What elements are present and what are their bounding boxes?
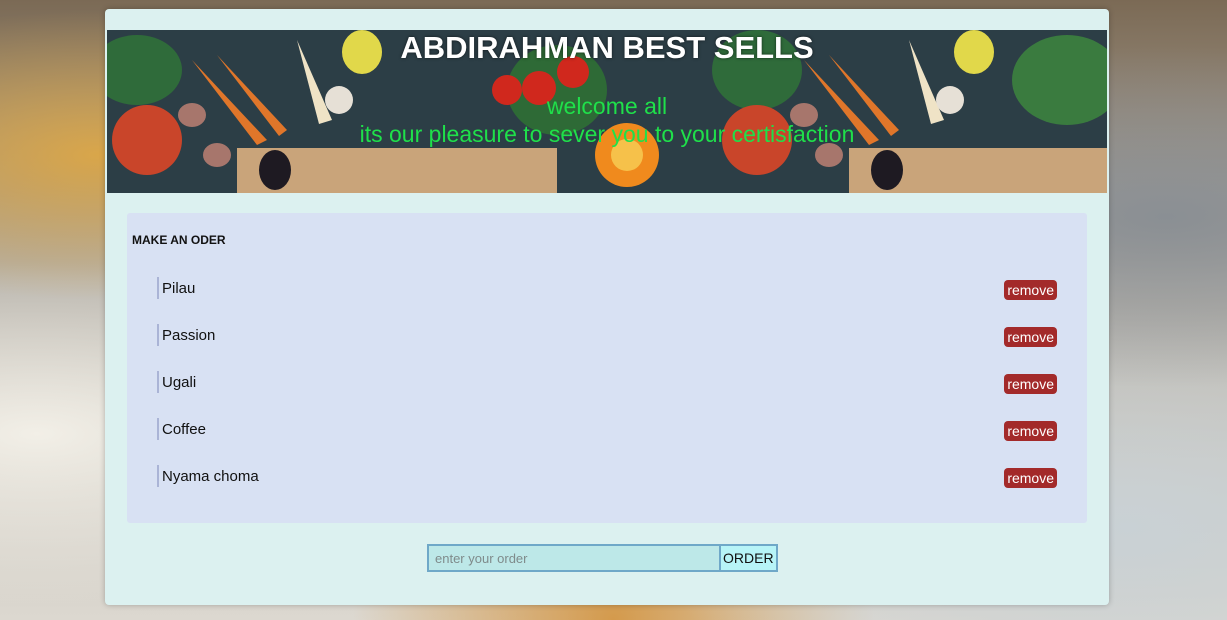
list-item-marker: [157, 418, 159, 440]
remove-button[interactable]: remove: [1004, 468, 1057, 488]
welcome-tagline: its our pleasure to sever you to your ce…: [359, 121, 855, 147]
list-item: Ugali remove: [157, 367, 1057, 414]
remove-button[interactable]: remove: [1004, 327, 1057, 347]
page-title: ABDIRAHMAN BEST SELLS: [400, 30, 814, 65]
list-item-marker: [157, 324, 159, 346]
main-card: ABDIRAHMAN BEST SELLS welcome all its ou…: [105, 9, 1109, 605]
list-item-label: Ugali: [162, 374, 197, 391]
panel-title: MAKE AN ODER: [132, 233, 226, 247]
list-item-label: Passion: [162, 327, 216, 344]
header-banner: ABDIRAHMAN BEST SELLS welcome all its ou…: [107, 30, 1107, 193]
order-button[interactable]: ORDER: [721, 544, 778, 572]
remove-button[interactable]: remove: [1004, 421, 1057, 441]
list-item-label: Coffee: [162, 421, 206, 438]
list-item: Pilau remove: [157, 273, 1057, 320]
welcome-message: welcome all its our pleasure to sever yo…: [107, 92, 1107, 148]
order-list: Pilau remove Passion remove Ugali remove…: [157, 273, 1057, 508]
remove-button[interactable]: remove: [1004, 374, 1057, 394]
list-item: Coffee remove: [157, 414, 1057, 461]
list-item-marker: [157, 465, 159, 487]
list-item-label: Pilau: [162, 280, 196, 297]
remove-button[interactable]: remove: [1004, 280, 1057, 300]
list-item: Nyama choma remove: [157, 461, 1057, 508]
order-list-panel: MAKE AN ODER Pilau remove Passion remove…: [127, 213, 1087, 523]
order-form: ORDER: [427, 544, 778, 572]
list-item-label: Nyama choma: [162, 468, 259, 485]
welcome-line: welcome all: [546, 93, 668, 119]
order-input[interactable]: [427, 544, 721, 572]
list-item-marker: [157, 371, 159, 393]
list-item-marker: [157, 277, 159, 299]
list-item: Passion remove: [157, 320, 1057, 367]
